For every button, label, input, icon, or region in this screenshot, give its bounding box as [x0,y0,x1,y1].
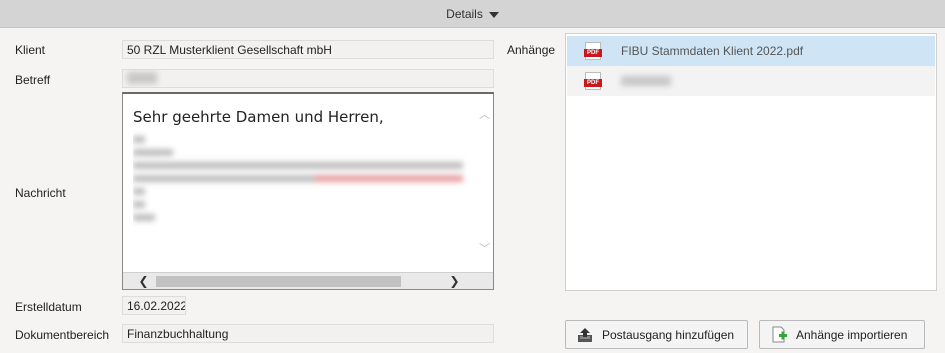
redacted-line [133,136,145,143]
attachment-name: FIBU Stammdaten Klient 2022.pdf [621,44,804,58]
label-erstelldatum: Erstelldatum [15,300,82,314]
vertical-scrollbar[interactable]: ︿ ﹀ [476,94,493,269]
redacted-line [133,188,145,195]
klient-field[interactable]: 50 RZL Musterklient Gesellschaft mbH [122,40,494,59]
add-document-icon [770,326,788,344]
chevron-left-icon[interactable]: ❮ [135,273,152,289]
anhaenge-importieren-button[interactable]: Anhänge importieren [759,320,925,349]
label-dokumentbereich: Dokumentbereich [15,328,110,342]
chevron-down-icon[interactable]: ﹀ [479,244,490,255]
outbox-upload-icon [576,326,594,344]
details-title: Details [446,6,483,21]
label-nachricht: Nachricht [15,186,66,200]
attachment-item[interactable]: PDF FIBU Stammdaten Klient 2022.pdf [567,36,935,66]
message-editor[interactable]: Sehr geehrte Damen und Herren, ︿ ﹀ ❮ ❯ [122,92,494,290]
label-betreff: Betreff [15,73,51,87]
attachments-list[interactable]: PDF FIBU Stammdaten Klient 2022.pdf PDF [565,33,937,291]
redacted-line [133,214,155,221]
importieren-button-label: Anhänge importieren [796,327,908,342]
message-content: Sehr geehrte Damen und Herren, [133,108,473,268]
horizontal-scrollbar[interactable]: ❮ ❯ [123,272,493,289]
postausgang-button-label: Postausgang hinzufügen [602,327,735,342]
chevron-right-icon[interactable]: ❯ [446,273,463,289]
redacted-line [133,162,463,169]
chevron-up-icon[interactable]: ︿ [479,110,490,121]
pdf-file-icon: PDF [584,72,602,90]
betreff-field[interactable] [122,69,494,88]
redacted-text [127,72,157,84]
pdf-file-icon: PDF [584,42,602,60]
redacted-line [133,175,463,182]
details-toggle[interactable]: Details [0,0,945,28]
label-klient: Klient [15,43,46,57]
label-anhaenge: Anhänge [507,43,556,57]
scrollbar-thumb[interactable] [156,276,401,287]
redacted-line [133,201,145,208]
attachment-item[interactable]: PDF [567,66,935,96]
redacted-text [621,76,671,86]
erstelldatum-field[interactable]: 16.02.2022 [122,296,186,315]
message-greeting: Sehr geehrte Damen und Herren, [133,108,384,126]
chevron-down-icon [488,11,499,18]
redacted-line [133,149,173,156]
postausgang-hinzufuegen-button[interactable]: Postausgang hinzufügen [565,320,748,349]
dokumentbereich-field[interactable]: Finanzbuchhaltung [122,324,494,343]
